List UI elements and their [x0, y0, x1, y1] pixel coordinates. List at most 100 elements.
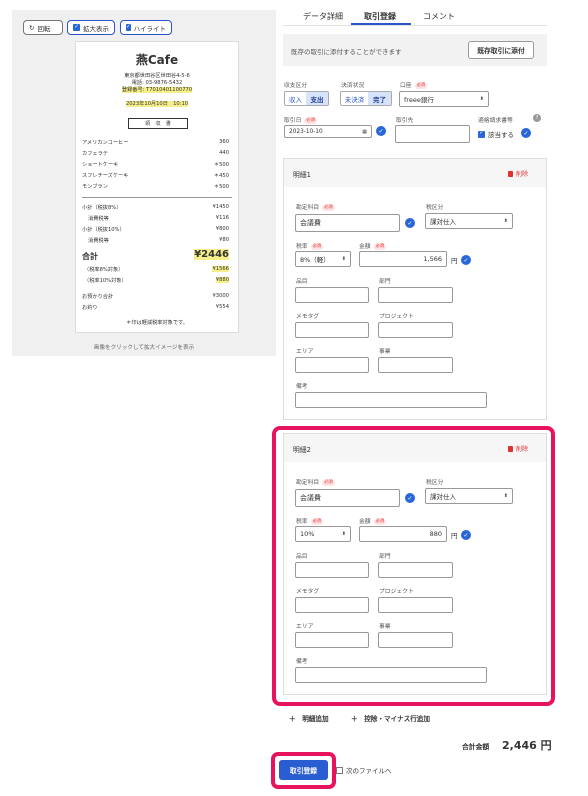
item-price: ＊450: [213, 173, 229, 179]
received-value: ¥3000: [212, 293, 229, 299]
settle-option-unsettled[interactable]: 未決済: [341, 92, 368, 105]
receipt-title: 領 収 書: [128, 118, 188, 129]
amount-input[interactable]: 1,566: [359, 251, 447, 267]
total-amount-value: 2,446 円: [502, 739, 552, 752]
item-label: 品目: [296, 279, 308, 285]
amount-label: 金額 必須: [359, 243, 387, 250]
subtotal-8-value: ¥1450: [212, 204, 229, 210]
note-input[interactable]: [295, 392, 487, 408]
income-option-expense[interactable]: 支出: [306, 92, 328, 105]
attach-text: 既存の取引に添付することができます: [291, 48, 402, 56]
project-label: プロジェクト: [379, 314, 414, 320]
receipt-date: 2023年10月10日 10:10: [125, 101, 189, 107]
target-10-value: ¥880: [215, 277, 229, 283]
memo-label: メモタグ: [296, 314, 320, 320]
receipt-divider: [82, 197, 232, 198]
item-price: ＊500: [213, 184, 229, 190]
total-value: ¥2446: [194, 249, 229, 260]
item-name: カフェラテ: [82, 151, 108, 157]
checkbox-checked-icon: ✓: [126, 23, 131, 31]
qualified-checkbox[interactable]: ✓ 該当する: [478, 129, 514, 139]
chevron-updown-icon: ⬍: [341, 256, 346, 262]
attach-existing-button[interactable]: 既存取引に添付: [468, 41, 534, 59]
item-name: モンブラン: [82, 184, 108, 190]
business-input[interactable]: [378, 357, 453, 373]
change-value: ¥554: [215, 304, 229, 310]
account-item-confirmed-icon: ✓: [405, 218, 415, 228]
amount-confirmed-icon: ✓: [461, 255, 471, 265]
attach-bar: 既存の取引に添付することができます 既存取引に添付: [283, 34, 547, 66]
date-confirmed-icon: ✓: [376, 126, 386, 136]
calendar-icon: ▦: [362, 128, 367, 135]
detail-2-highlight-ring: [272, 426, 555, 706]
subtotal-10-value: ¥800: [215, 226, 229, 232]
target-8-label: （税率8%対象）: [84, 267, 124, 273]
store-name: 燕Cafe: [135, 53, 179, 67]
note-label: 備考: [296, 384, 308, 390]
checkbox-unchecked-icon: [336, 766, 343, 774]
tax-10-value: ¥80: [219, 237, 229, 243]
tax-category-select[interactable]: 課対仕入 ⬍: [425, 213, 513, 229]
add-detail-button[interactable]: ＋ 明細追加: [289, 713, 329, 723]
income-label: 収支区分: [284, 83, 308, 89]
detail-title: 明細1: [293, 171, 311, 179]
help-icon[interactable]: ?: [533, 114, 541, 122]
business-label: 事業: [379, 349, 391, 355]
delete-detail-button[interactable]: 削除: [507, 169, 528, 178]
tab-transaction-register[interactable]: 取引登録: [364, 11, 396, 22]
income-toggle: 収入 支出: [284, 91, 329, 106]
target-8-value: ¥1566: [212, 266, 229, 272]
tab-data-detail[interactable]: データ詳細: [303, 11, 343, 22]
date-label: 取引日 必須: [284, 117, 317, 124]
store-address: 東京都世田谷区世田谷4-5-6: [124, 73, 190, 79]
rotate-icon: ↻: [29, 23, 35, 32]
area-label: エリア: [296, 349, 314, 355]
dept-label: 部門: [379, 279, 391, 285]
zoom-toggle[interactable]: ✓ 拡大表示: [67, 20, 115, 35]
income-option-income[interactable]: 収入: [285, 92, 306, 105]
checkbox-checked-icon: ✓: [478, 130, 485, 138]
total-amount-label: 合計金額: [462, 743, 490, 751]
account-select[interactable]: freee銀行 ⬍: [399, 91, 489, 107]
project-input[interactable]: [378, 322, 453, 338]
qualified-confirmed-icon: ✓: [521, 128, 531, 138]
tax-rate-select[interactable]: 8%（軽） ⬍: [295, 251, 351, 267]
receipt-image[interactable]: 燕Cafe 東京都世田谷区世田谷4-5-6 電話: 03-9876-5432 登…: [75, 41, 239, 333]
settle-option-done[interactable]: 完了: [367, 92, 391, 105]
partner-label: 取引先: [396, 118, 414, 124]
qualified-label: 適格請求書等: [478, 118, 513, 124]
register-transaction-button[interactable]: 取引登録: [279, 760, 328, 780]
add-deduction-button[interactable]: ＋ 控除・マイナス行追加: [351, 713, 430, 723]
required-badge: 必須: [414, 82, 428, 89]
registration-number: 登録番号: T7010401100770: [121, 87, 193, 93]
change-label: お釣り: [82, 305, 98, 311]
area-input[interactable]: [295, 357, 369, 373]
required-badge: 必須: [304, 117, 317, 124]
next-file-checkbox[interactable]: 次のファイルへ: [336, 765, 392, 775]
item-price: 360: [219, 139, 229, 145]
item-name: アメリカンコーヒー: [82, 140, 129, 146]
tax-10-label: 消費税等: [88, 238, 109, 244]
tab-comment[interactable]: コメント: [423, 11, 455, 22]
subtotal-10-label: 小計（税抜10%）: [82, 227, 125, 233]
item-name: スフレチーズケーキ: [82, 173, 129, 179]
item-name: ショートケーキ: [82, 162, 119, 168]
partner-input[interactable]: [395, 125, 470, 143]
detail-card-1: 明細1 削除 勘定科目 必須 会議費 ✓ 税区分 課対仕入 ⬍ 税率 必須 8%（軽）…: [283, 158, 547, 420]
checkbox-checked-icon: ✓: [73, 23, 80, 31]
date-input[interactable]: 2023-10-10 ▦: [284, 125, 372, 138]
dept-input[interactable]: [378, 287, 453, 303]
highlight-toggle[interactable]: ✓ ハイライト: [120, 20, 172, 35]
detail-card-header: 明細1 削除: [284, 159, 546, 187]
account-label: 口座 必須: [400, 82, 428, 89]
account-item-input[interactable]: 会議費: [295, 214, 400, 232]
item-input[interactable]: [295, 287, 369, 303]
memo-input[interactable]: [295, 322, 369, 338]
settle-label: 決済状況: [341, 83, 365, 89]
item-price: 440: [219, 150, 229, 156]
target-10-label: （税率10%対象）: [84, 278, 127, 284]
rotate-button[interactable]: ↻ 回転: [23, 20, 63, 35]
total-label: 合計: [82, 252, 98, 261]
chevron-updown-icon: ⬍: [503, 218, 508, 224]
subtotal-8-label: 小計（税抜8%）: [82, 205, 122, 211]
